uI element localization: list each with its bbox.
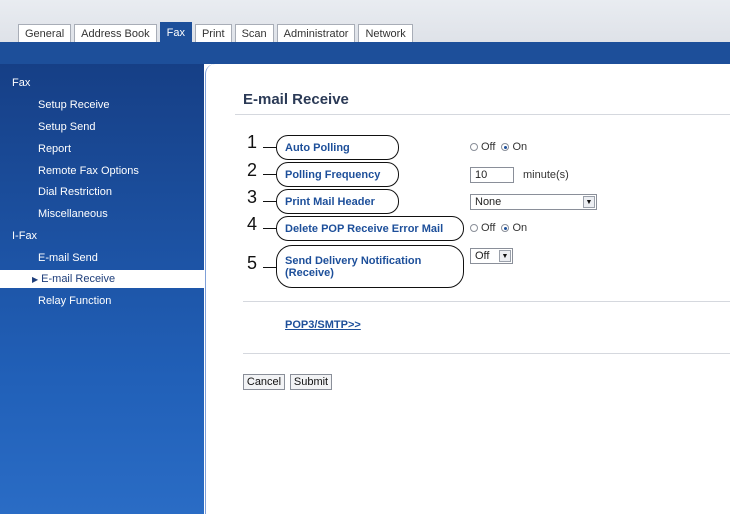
auto-polling-off-label: Off	[481, 141, 496, 153]
tab-fax[interactable]: Fax	[159, 22, 192, 42]
delete-pop-error-off-radio[interactable]	[470, 224, 478, 232]
chevron-down-icon[interactable]: ▼	[583, 196, 595, 208]
callout-leader-3	[263, 201, 277, 202]
callout-number-5: 5	[247, 253, 258, 273]
print-mail-header-value: None	[475, 196, 502, 208]
print-mail-header-label: Print Mail Header	[276, 189, 399, 214]
delete-pop-error-label: Delete POP Receive Error Mail	[276, 216, 464, 241]
send-delivery-notification-value: Off	[475, 250, 490, 262]
callout-number-4: 4	[247, 214, 258, 234]
callout-leader-4	[263, 228, 277, 229]
print-mail-header-select[interactable]: None ▼	[470, 194, 597, 210]
send-delivery-notification-label: Send Delivery Notification (Receive)	[276, 245, 464, 288]
title-divider	[235, 114, 730, 115]
auto-polling-off-radio[interactable]	[470, 143, 478, 151]
delete-pop-error-radio-group: Off On	[470, 222, 533, 234]
chevron-down-icon[interactable]: ▼	[499, 250, 511, 262]
page-title: E-mail Receive	[243, 91, 349, 108]
auto-polling-on-label: On	[512, 141, 528, 153]
callout-number-2: 2	[247, 160, 258, 180]
tab-network[interactable]: Network	[358, 24, 413, 42]
section-divider	[243, 353, 730, 354]
delete-pop-error-on-radio[interactable]	[501, 224, 510, 232]
triangle-right-icon: ▶	[32, 275, 39, 284]
sidebar-group-ifax: I-Fax	[12, 230, 38, 242]
tab-general[interactable]: General	[18, 24, 72, 42]
sidebar-group-fax: Fax	[12, 77, 31, 89]
sidebar-item-email-receive[interactable]: ▶ E-mail Receive	[0, 270, 236, 288]
auto-polling-radio-group: Off On	[470, 141, 533, 153]
callout-leader-1	[263, 147, 277, 148]
polling-frequency-unit: minute(s)	[523, 169, 569, 181]
polling-frequency-input[interactable]	[470, 167, 514, 183]
tab-address-book[interactable]: Address Book	[74, 24, 157, 42]
submit-button[interactable]: Submit	[290, 374, 332, 390]
tab-print[interactable]: Print	[194, 24, 232, 42]
tab-administrator[interactable]: Administrator	[276, 24, 356, 42]
sidebar-item-label: E-mail Receive	[41, 273, 116, 285]
tab-bar: General Address Book Fax Print Scan Admi…	[18, 22, 416, 42]
auto-polling-on-radio[interactable]	[501, 143, 510, 151]
main-content	[205, 64, 730, 514]
pop3-smtp-link[interactable]: POP3/SMTP>>	[285, 319, 361, 331]
section-divider	[243, 301, 730, 302]
auto-polling-label: Auto Polling	[276, 135, 399, 160]
cancel-button[interactable]: Cancel	[243, 374, 285, 390]
polling-frequency-label: Polling Frequency	[276, 162, 399, 187]
tab-scan[interactable]: Scan	[234, 24, 274, 42]
callout-number-3: 3	[247, 187, 258, 207]
send-delivery-notification-select[interactable]: Off ▼	[470, 248, 513, 264]
delete-pop-error-off-label: Off	[481, 222, 496, 234]
sidebar: Fax Setup Receive Setup Send Report Remo…	[0, 64, 236, 514]
send-delivery-notification-label-line2: (Receive)	[285, 266, 334, 279]
callout-leader-5	[263, 267, 277, 268]
delete-pop-error-on-label: On	[512, 222, 528, 234]
send-delivery-notification-label-line1: Send Delivery Notification	[285, 254, 422, 267]
callout-number-1: 1	[247, 132, 258, 152]
callout-leader-2	[263, 174, 277, 175]
header-bar	[0, 42, 730, 64]
